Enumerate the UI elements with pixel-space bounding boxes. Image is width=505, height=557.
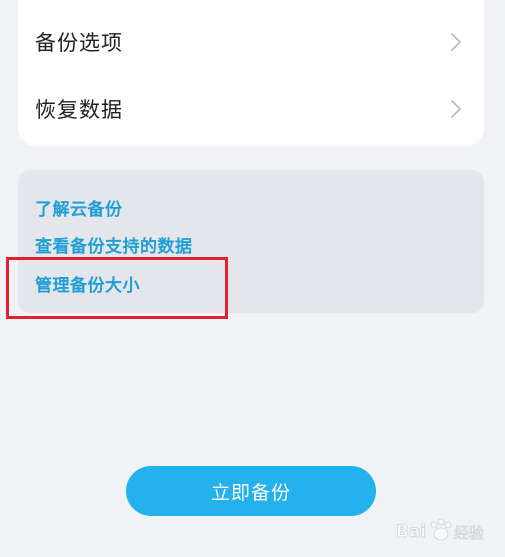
settings-card: 备份选项 恢复数据: [18, 0, 484, 146]
manage-backup-size-link[interactable]: 管理备份大小: [35, 271, 140, 296]
restore-data-label: 恢复数据: [35, 98, 123, 122]
backup-now-button[interactable]: 立即备份: [126, 466, 376, 516]
learn-cloud-backup-link[interactable]: 了解云备份: [35, 195, 123, 220]
chevron-right-icon: [451, 33, 461, 51]
backup-options-item[interactable]: 备份选项: [18, 12, 484, 72]
view-supported-data-link[interactable]: 查看备份支持的数据: [35, 232, 193, 257]
svg-text:Bai: Bai: [396, 522, 426, 542]
backup-options-label: 备份选项: [35, 31, 123, 55]
backup-settings-screen: 备份选项 恢复数据 了解云备份 查看备份支持的数据 管理备份大小 立即备份 Ba…: [0, 0, 505, 557]
info-panel: 了解云备份 查看备份支持的数据 管理备份大小: [18, 170, 484, 313]
svg-text:经验: 经验: [454, 524, 484, 542]
chevron-right-icon: [451, 100, 461, 118]
restore-data-item[interactable]: 恢复数据: [18, 79, 484, 139]
baidu-jingyan-watermark-logo: Bai 经验: [396, 518, 484, 542]
